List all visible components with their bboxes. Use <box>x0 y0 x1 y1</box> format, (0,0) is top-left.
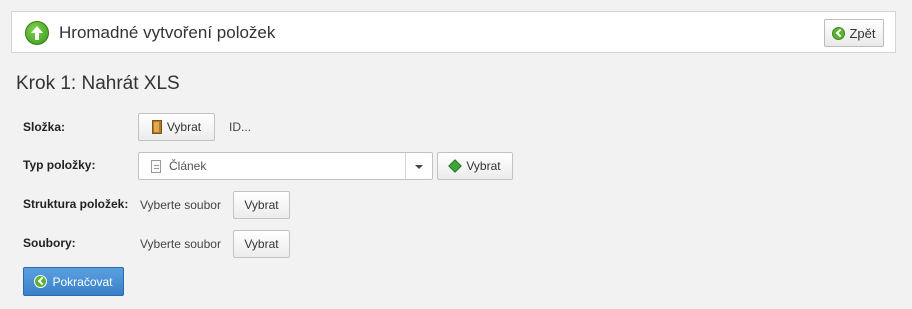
continue-button-label: Pokračovat <box>52 274 113 289</box>
select-divider <box>405 153 406 179</box>
structure-file-button[interactable]: Vybrat <box>233 191 290 219</box>
files-value: Vyberte soubor <box>140 237 221 251</box>
folder-select-button[interactable]: Vybrat <box>138 113 215 141</box>
files-label: Soubory: <box>23 236 76 250</box>
back-button-label: Zpět <box>849 25 876 41</box>
item-type-label: Typ položky: <box>23 158 96 172</box>
upload-arrow-icon <box>25 21 49 45</box>
folder-select-button-label: Vybrat <box>166 120 202 134</box>
structure-label: Struktura položek: <box>23 197 129 211</box>
page-header: Hromadné vytvoření položek Zpět <box>11 11 896 53</box>
item-type-select-button[interactable]: Vybrat <box>437 152 513 180</box>
continue-button[interactable]: Pokračovat <box>23 267 124 296</box>
structure-file-button-label: Vybrat <box>244 198 279 212</box>
arrow-right-circle-icon <box>34 275 48 288</box>
page-title: Hromadné vytvoření položek <box>59 23 276 42</box>
structure-file-value: Vyberte soubor <box>140 198 221 212</box>
cube-icon <box>448 159 463 173</box>
back-arrow-icon <box>832 26 846 40</box>
item-type-select[interactable]: Článek <box>138 152 433 180</box>
files-button[interactable]: Vybrat <box>233 230 290 258</box>
folder-icon <box>151 120 162 134</box>
folder-label: Složka: <box>23 120 66 134</box>
folder-value: ID... <box>229 120 252 134</box>
back-button[interactable]: Zpět <box>824 19 884 47</box>
chevron-down-icon[interactable] <box>415 165 423 169</box>
document-icon <box>151 160 161 173</box>
step-title: Krok 1: Nahrát XLS <box>16 73 180 94</box>
item-type-selected-value: Článek <box>169 159 207 173</box>
files-button-label: Vybrat <box>244 237 279 251</box>
item-type-select-button-label: Vybrat <box>466 159 501 173</box>
